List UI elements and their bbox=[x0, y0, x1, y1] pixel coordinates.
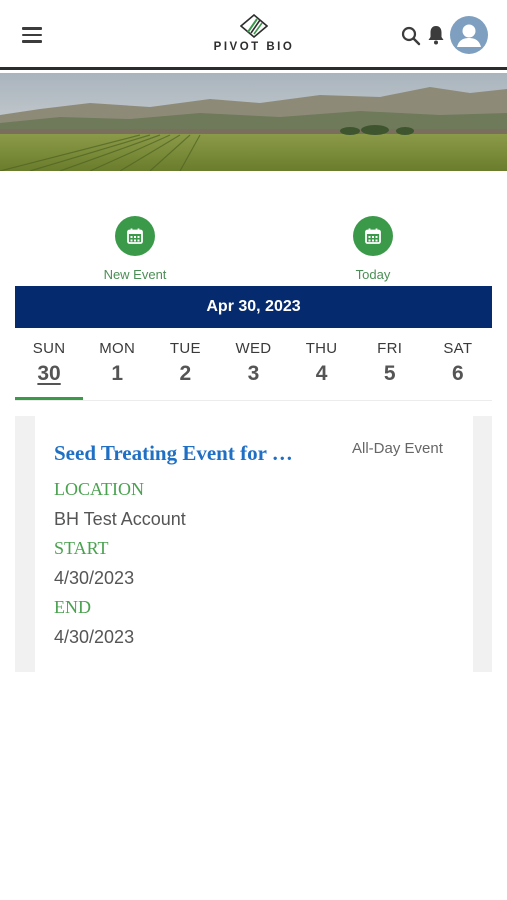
day-name: THU bbox=[305, 340, 338, 357]
day-name: SAT bbox=[443, 340, 473, 357]
new-event-label: New Event bbox=[103, 267, 167, 282]
day-number: 1 bbox=[111, 362, 124, 385]
day-number: 30 bbox=[37, 362, 61, 385]
new-event-button[interactable]: New Event bbox=[85, 216, 185, 282]
week-divider bbox=[15, 400, 492, 401]
day-fri[interactable]: FRI 5 bbox=[356, 340, 424, 400]
event-title[interactable]: Seed Treating Event for … bbox=[54, 441, 293, 466]
hamburger-menu-icon[interactable] bbox=[22, 27, 42, 45]
day-name: FRI bbox=[377, 340, 403, 357]
search-icon[interactable] bbox=[401, 26, 421, 46]
today-button[interactable]: Today bbox=[323, 216, 423, 282]
day-name: WED bbox=[235, 340, 272, 357]
event-card[interactable]: Seed Treating Event for … All-Day Event … bbox=[35, 416, 473, 672]
day-number: 6 bbox=[451, 362, 464, 385]
day-mon[interactable]: MON 1 bbox=[83, 340, 151, 400]
day-wed[interactable]: WED 3 bbox=[219, 340, 287, 400]
day-number: 2 bbox=[179, 362, 192, 385]
start-label: START bbox=[54, 538, 109, 558]
bell-icon[interactable] bbox=[426, 24, 446, 46]
day-number: 5 bbox=[383, 362, 396, 385]
hero-banner-image bbox=[0, 73, 507, 171]
calendar-icon bbox=[353, 216, 393, 256]
day-thu[interactable]: THU 4 bbox=[288, 340, 356, 400]
pivot-bio-logo[interactable]: PIVOT BIO bbox=[206, 14, 302, 53]
day-tue[interactable]: TUE 2 bbox=[151, 340, 219, 400]
start-value: 4/30/2023 bbox=[54, 568, 135, 588]
location-value: BH Test Account bbox=[54, 509, 186, 529]
logo-mark-icon bbox=[240, 14, 268, 38]
day-name: MON bbox=[99, 340, 136, 357]
day-name: SUN bbox=[32, 340, 66, 357]
day-number: 4 bbox=[315, 362, 328, 385]
day-number: 3 bbox=[247, 362, 260, 385]
all-day-badge: All-Day Event bbox=[352, 440, 443, 457]
app-header: PIVOT BIO bbox=[0, 0, 507, 70]
day-sat[interactable]: SAT 6 bbox=[424, 340, 492, 400]
end-label: END bbox=[54, 597, 91, 617]
calendar-icon bbox=[115, 216, 155, 256]
logo-text: PIVOT BIO bbox=[213, 41, 295, 53]
end-value: 4/30/2023 bbox=[54, 627, 135, 647]
today-label: Today bbox=[355, 267, 391, 282]
location-label: LOCATION bbox=[54, 479, 144, 499]
event-list: Seed Treating Event for … All-Day Event … bbox=[15, 416, 492, 672]
current-date-header: Apr 30, 2023 bbox=[15, 286, 492, 328]
user-avatar-icon[interactable] bbox=[450, 16, 488, 54]
day-name: TUE bbox=[169, 340, 201, 357]
week-strip: SUN 30 MON 1 TUE 2 WED 3 THU 4 FRI 5 SAT… bbox=[15, 340, 492, 400]
day-sun[interactable]: SUN 30 bbox=[15, 340, 84, 400]
